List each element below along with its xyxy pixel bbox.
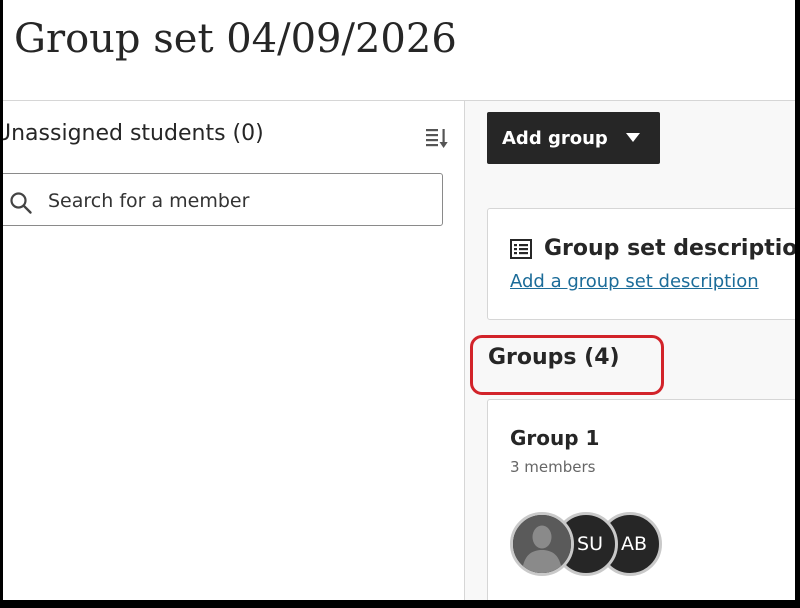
- group-card[interactable]: Group 1 3 members SU AB: [487, 399, 795, 600]
- avatar-silhouette: [510, 512, 574, 576]
- add-description-link[interactable]: Add a group set description: [510, 271, 759, 292]
- add-group-label: Add group: [502, 127, 608, 149]
- group-member-count: 3 members: [510, 458, 596, 476]
- caret-down-icon: [626, 133, 640, 142]
- member-search-box[interactable]: [3, 173, 443, 226]
- list-icon: [510, 239, 532, 259]
- page-title: Group set 04/09/2026: [14, 16, 457, 62]
- sort-list-icon[interactable]: [425, 127, 449, 149]
- unassigned-panel: Unassigned students (0): [3, 101, 464, 600]
- avatar-initials: SU: [577, 533, 603, 555]
- group-set-description-title: Group set description: [544, 236, 795, 261]
- unassigned-students-heading: Unassigned students (0): [3, 121, 264, 146]
- group-set-description-card: Group set description Add a group set de…: [487, 208, 795, 320]
- user-silhouette-icon: [513, 515, 571, 573]
- groups-panel: Add group Group set description Add a gr…: [465, 101, 795, 600]
- app-frame: · ·· · · · · Group set 04/09/2026 Unassi…: [3, 0, 795, 600]
- member-search-input[interactable]: [46, 186, 430, 216]
- groups-heading: Groups (4): [488, 345, 620, 370]
- breadcrumb-cutoff: · ·· · · · ·: [33, 0, 86, 7]
- search-icon: [9, 191, 33, 215]
- avatar-initials: AB: [620, 533, 648, 555]
- group-name: Group 1: [510, 426, 600, 450]
- add-group-button[interactable]: Add group: [487, 112, 660, 164]
